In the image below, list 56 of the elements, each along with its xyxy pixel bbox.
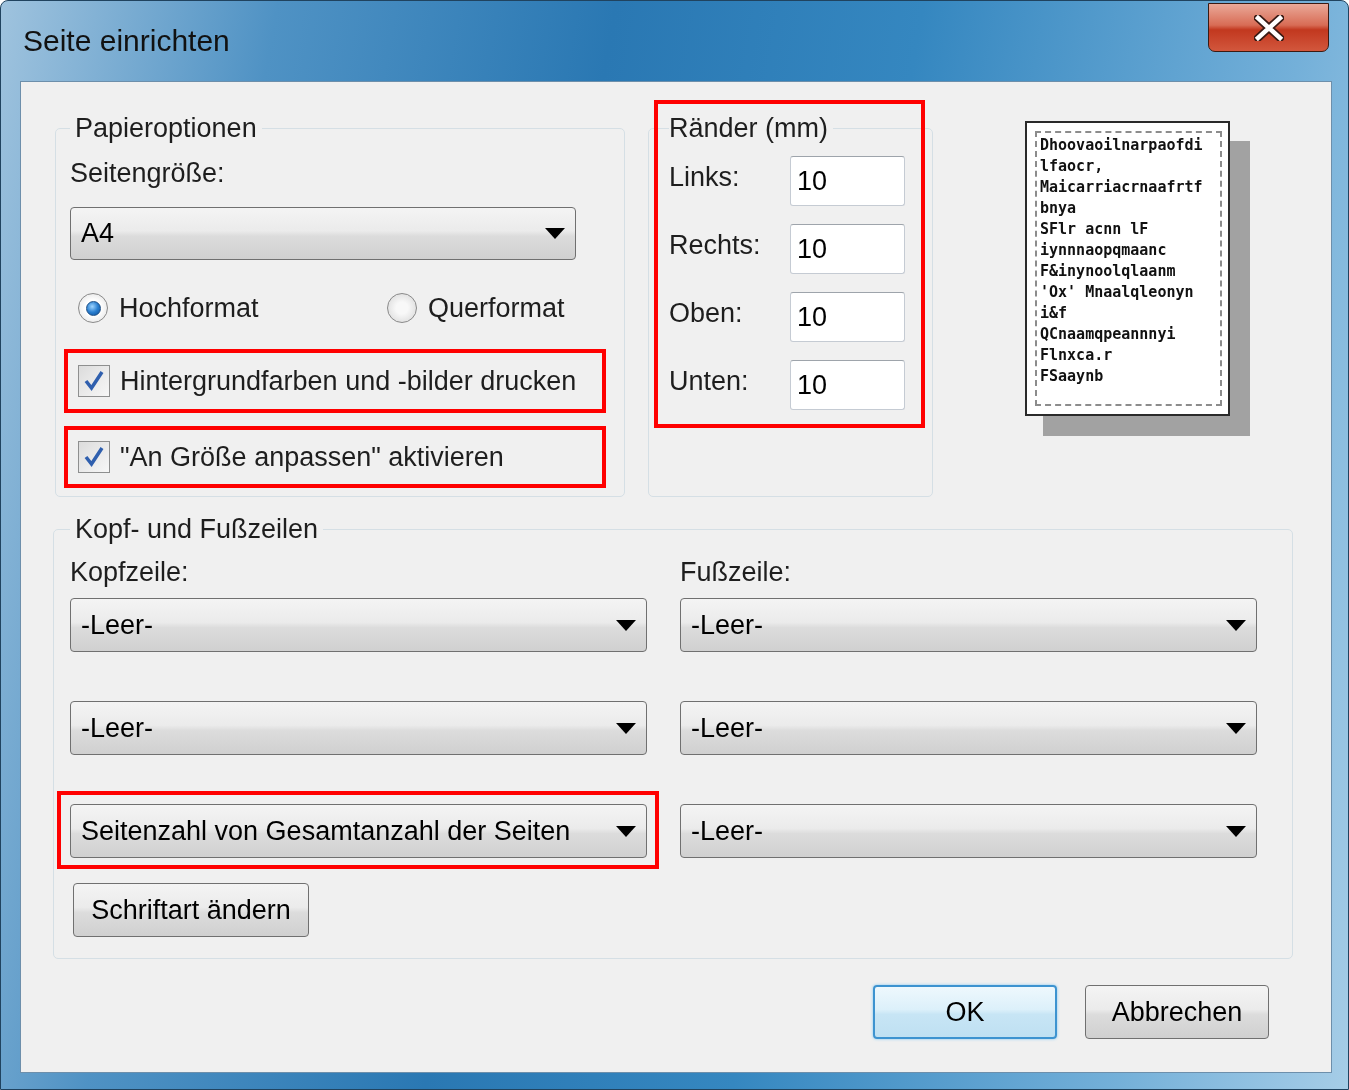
caret-icon <box>616 619 636 631</box>
radio-button[interactable] <box>78 293 108 323</box>
preview-text: Maicarriacrnaafrtf <box>1040 177 1203 198</box>
preview-text: Flnxca.r <box>1040 345 1113 366</box>
preview-text: QCnaamqpeannnyi <box>1040 324 1176 345</box>
preview-text: SFlr acnn lF <box>1040 219 1149 240</box>
text-field[interactable]: 10 <box>790 292 905 342</box>
dropdown[interactable]: Seitenzahl von Gesamtanzahl der Seiten <box>70 804 647 858</box>
dialog-button[interactable]: OK <box>873 985 1057 1039</box>
window-title: Seite einrichten <box>22 23 230 59</box>
checkbox[interactable] <box>78 441 110 473</box>
group-title: Papieroptionen <box>74 113 258 143</box>
dropdown[interactable]: A4 <box>70 207 576 260</box>
preview-text: Dhoovaoilnarpaofdi <box>1040 135 1203 156</box>
preview-text: 'Ox' Mnaalqleonyn <box>1040 282 1194 303</box>
dialog-button[interactable]: Abbrechen <box>1085 985 1269 1039</box>
group-title: Ränder (mm) <box>669 113 830 143</box>
checkmark-icon <box>83 446 105 468</box>
dropdown[interactable]: -Leer- <box>680 598 1257 652</box>
close-button[interactable] <box>1208 3 1329 52</box>
preview-text: F&inynoolqlaanm <box>1040 261 1176 282</box>
dropdown[interactable]: -Leer- <box>70 598 647 652</box>
preview-text: iynnnaopqmaanc <box>1040 240 1167 261</box>
checkbox-label[interactable]: Hintergrundfarben und -bilder drucken <box>120 366 577 396</box>
radio-button[interactable] <box>387 293 417 323</box>
field-label: Seitengröße: <box>70 158 225 188</box>
close-icon <box>1253 14 1284 41</box>
field-label: Unten: <box>669 366 750 396</box>
caret-icon <box>1226 722 1246 734</box>
caret-icon <box>1226 825 1246 837</box>
dropdown[interactable]: -Leer- <box>680 701 1257 755</box>
radio-label[interactable]: Hochformat <box>119 293 259 323</box>
preview-text: lfaocr, <box>1040 156 1104 177</box>
preview-text: bnya <box>1040 198 1077 219</box>
radio-label[interactable]: Querformat <box>428 293 565 323</box>
preview-text: FSaaynb <box>1040 366 1104 387</box>
field-label: Oben: <box>669 298 744 328</box>
caret-icon <box>616 722 636 734</box>
field-label: Fußzeile: <box>680 557 792 587</box>
checkbox-label[interactable]: "An Größe anpassen" aktivieren <box>120 442 504 472</box>
font-button[interactable]: Schriftart ändern <box>73 883 309 937</box>
text-field[interactable]: 10 <box>790 360 905 410</box>
field-label: Links: <box>669 162 741 192</box>
preview-text: i&f <box>1040 303 1068 324</box>
checkbox[interactable] <box>78 365 110 397</box>
field-label: Rechts: <box>669 230 762 260</box>
text-field[interactable]: 10 <box>790 224 905 274</box>
text-field[interactable]: 10 <box>790 156 905 206</box>
field-label: Kopfzeile: <box>70 557 189 587</box>
caret-icon <box>1226 619 1246 631</box>
checkmark-icon <box>83 370 105 392</box>
dropdown[interactable]: -Leer- <box>680 804 1257 858</box>
dropdown[interactable]: -Leer- <box>70 701 647 755</box>
caret-icon <box>616 825 636 837</box>
caret-icon <box>545 228 565 239</box>
group-title: Kopf- und Fußzeilen <box>74 514 320 544</box>
